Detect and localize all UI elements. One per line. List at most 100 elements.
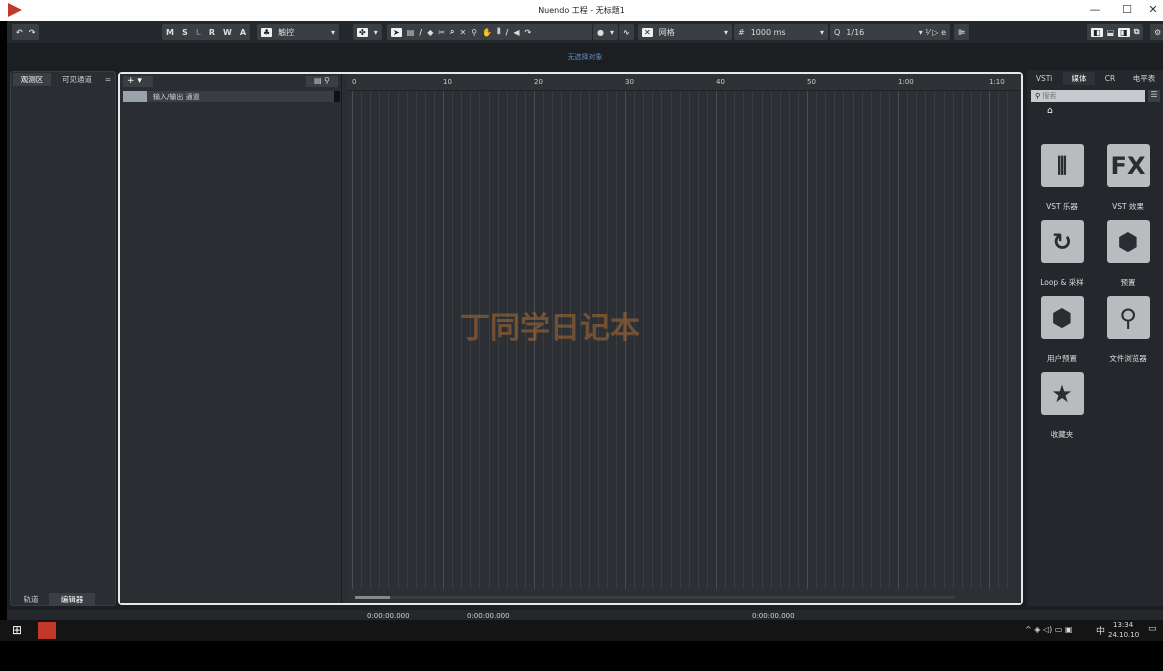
add-track-button[interactable]: + ▾ [123, 76, 153, 87]
grid-line [397, 91, 399, 589]
automation-mode-select[interactable]: ♣ 触控 ▾ [257, 24, 339, 40]
grid-line [852, 91, 854, 589]
right-zone-icon[interactable]: ◨ [1118, 27, 1130, 37]
nuendo-taskbar-icon[interactable] [38, 622, 56, 639]
tab-meter[interactable]: 电平表 [1127, 72, 1161, 85]
speaker-icon[interactable]: ◀ [513, 28, 519, 37]
chevron-down-icon: ▾ [330, 27, 335, 37]
left-zone-icon[interactable]: ◧ [1091, 27, 1103, 37]
home-icon[interactable]: ⌂ [1047, 106, 1053, 116]
lower-zone-icon[interactable]: ⬓ [1107, 28, 1115, 37]
left-zone-menu[interactable]: = [101, 73, 115, 86]
notification-icon[interactable]: ▭ [1148, 624, 1157, 634]
media-item-label: VST 效果 [1112, 202, 1144, 211]
tab-inspector[interactable]: 观测区 [13, 73, 51, 86]
snap-type-select[interactable]: ✕ 网格 ▾ [638, 24, 732, 40]
grid-line [652, 91, 654, 589]
warp-icon[interactable]: ⫴ [497, 27, 500, 37]
align-icon: ⊫ [958, 27, 966, 37]
select-tool-icon[interactable]: ➤ [391, 27, 402, 37]
grid-line [761, 91, 763, 589]
grid-line [752, 91, 754, 589]
media-item-file-browser[interactable]: ⚲ 文件浏览器 [1098, 296, 1158, 364]
setup-zones-icon[interactable]: ⧉ [1134, 27, 1140, 37]
eraser-icon[interactable]: ◆ [427, 28, 433, 37]
mute-tool-icon[interactable]: ✕ [460, 28, 467, 37]
timeline-ruler[interactable]: 0 10 20 30 40 50 1:00 1:10 [347, 74, 1021, 91]
media-item-vst-instruments[interactable]: ⦀ VST 乐器 [1032, 144, 1092, 212]
media-item-vst-effects[interactable]: FX VST 效果 [1098, 144, 1158, 212]
windows-start-icon[interactable]: ⊞ [12, 623, 22, 637]
media-item-favorites[interactable]: ★ 收藏夹 [1032, 372, 1092, 440]
info-line-text: 无选择对象 [567, 53, 603, 61]
tab-media[interactable]: 媒体 [1063, 72, 1095, 85]
right-locator-time[interactable]: 0:00:00.000 [467, 612, 510, 620]
redo-button[interactable]: ↷ [29, 28, 36, 37]
color-tool[interactable]: ✤ ▾ [353, 24, 382, 40]
close-button[interactable]: ✕ [1143, 3, 1163, 17]
range-tool-icon[interactable]: ▤ [407, 28, 415, 37]
mute-button[interactable]: M [166, 28, 174, 37]
grid-line [898, 91, 899, 589]
grid-line [406, 91, 408, 589]
left-locator-time[interactable]: 0:00:00.000 [367, 612, 410, 620]
grid-select[interactable]: #1000 ms ▾ [734, 24, 828, 40]
info-line: 无选择对象 [7, 43, 1163, 70]
grid-line [788, 91, 790, 589]
auto-button[interactable]: A [240, 28, 246, 37]
nudge-tool[interactable]: ● ▾ [593, 24, 618, 40]
clock-time[interactable]: 13:34 [1113, 621, 1133, 629]
tab-vsti[interactable]: VSTi [1029, 72, 1059, 85]
glue-icon[interactable]: ⌕ [450, 27, 454, 37]
pencil-icon[interactable]: / [419, 28, 422, 37]
tool-buttons: ➤ ▤ / ◆ ✂ ⌕ ✕ ⚲ ✋ ⫴ / ◀ ↷ [387, 24, 592, 40]
tray-icons[interactable]: ^ ◈ ◁) ▭ ▣ [1025, 625, 1072, 634]
align-button[interactable]: ⊫ [954, 24, 970, 40]
line-icon[interactable]: / [505, 28, 508, 37]
play-tool-icon[interactable]: ↷ [525, 28, 532, 37]
media-search-input[interactable]: ⚲ 搜索 [1031, 90, 1145, 102]
media-item-label: Loop & 采样 [1040, 278, 1084, 287]
grid-line [797, 91, 799, 589]
settings-button[interactable]: ⚙ [1150, 24, 1163, 40]
hash-icon: # [738, 27, 745, 37]
ime-indicator[interactable]: 中 [1096, 624, 1105, 637]
grid-line [725, 91, 727, 589]
grid-line [825, 91, 827, 589]
maximize-button[interactable]: ☐ [1117, 3, 1137, 17]
media-item-label: 预置 [1120, 278, 1136, 287]
scroll-thumb[interactable] [355, 596, 390, 599]
scissors-icon[interactable]: ✂ [438, 28, 445, 37]
media-item-presets[interactable]: ⬢ 预置 [1098, 220, 1158, 288]
write-button[interactable]: W [223, 28, 232, 37]
ruler-label: 40 [716, 78, 725, 86]
horizontal-scrollbar[interactable] [355, 596, 955, 599]
search-placeholder: 搜索 [1042, 92, 1057, 100]
grid-line [916, 91, 918, 589]
snap-icon: ∿ [623, 27, 630, 37]
zoom-icon[interactable]: ⚲ [471, 28, 477, 37]
minimize-button[interactable]: — [1085, 3, 1105, 17]
primary-time-display[interactable]: 0:00:00.000 [752, 612, 795, 620]
media-item-loops[interactable]: ↻ Loop & 采样 [1032, 220, 1092, 288]
media-item-user-presets[interactable]: ⬢ 用户预置 [1032, 296, 1092, 364]
list-view-icon[interactable]: ☰ [1148, 90, 1160, 102]
read-button[interactable]: R [209, 28, 215, 37]
track-search-buttons[interactable]: ▤ ⚲ [306, 76, 338, 87]
tab-tracks[interactable]: 轨道 [13, 593, 49, 606]
solo-button[interactable]: S [182, 28, 188, 37]
hand-icon[interactable]: ✋ [482, 28, 492, 37]
grid-line [379, 91, 381, 589]
tab-editor[interactable]: 编辑器 [49, 593, 95, 606]
grid-line [979, 91, 981, 589]
tab-visibility[interactable]: 可见通道 [55, 73, 99, 86]
undo-button[interactable]: ↶ [16, 28, 23, 37]
quantize-select[interactable]: Q 1/16 ▾ ⅟ ▷ e [830, 24, 950, 40]
folder-icon [123, 91, 147, 102]
clock-date[interactable]: 24.10.10 [1108, 631, 1139, 639]
media-item-label: VST 乐器 [1046, 202, 1078, 211]
listen-button[interactable]: L [196, 28, 201, 37]
tab-cr[interactable]: CR [1097, 72, 1123, 85]
snap-toggle[interactable]: ∿ [619, 24, 634, 40]
track-row[interactable]: 输入/输出 通道 [123, 91, 340, 102]
